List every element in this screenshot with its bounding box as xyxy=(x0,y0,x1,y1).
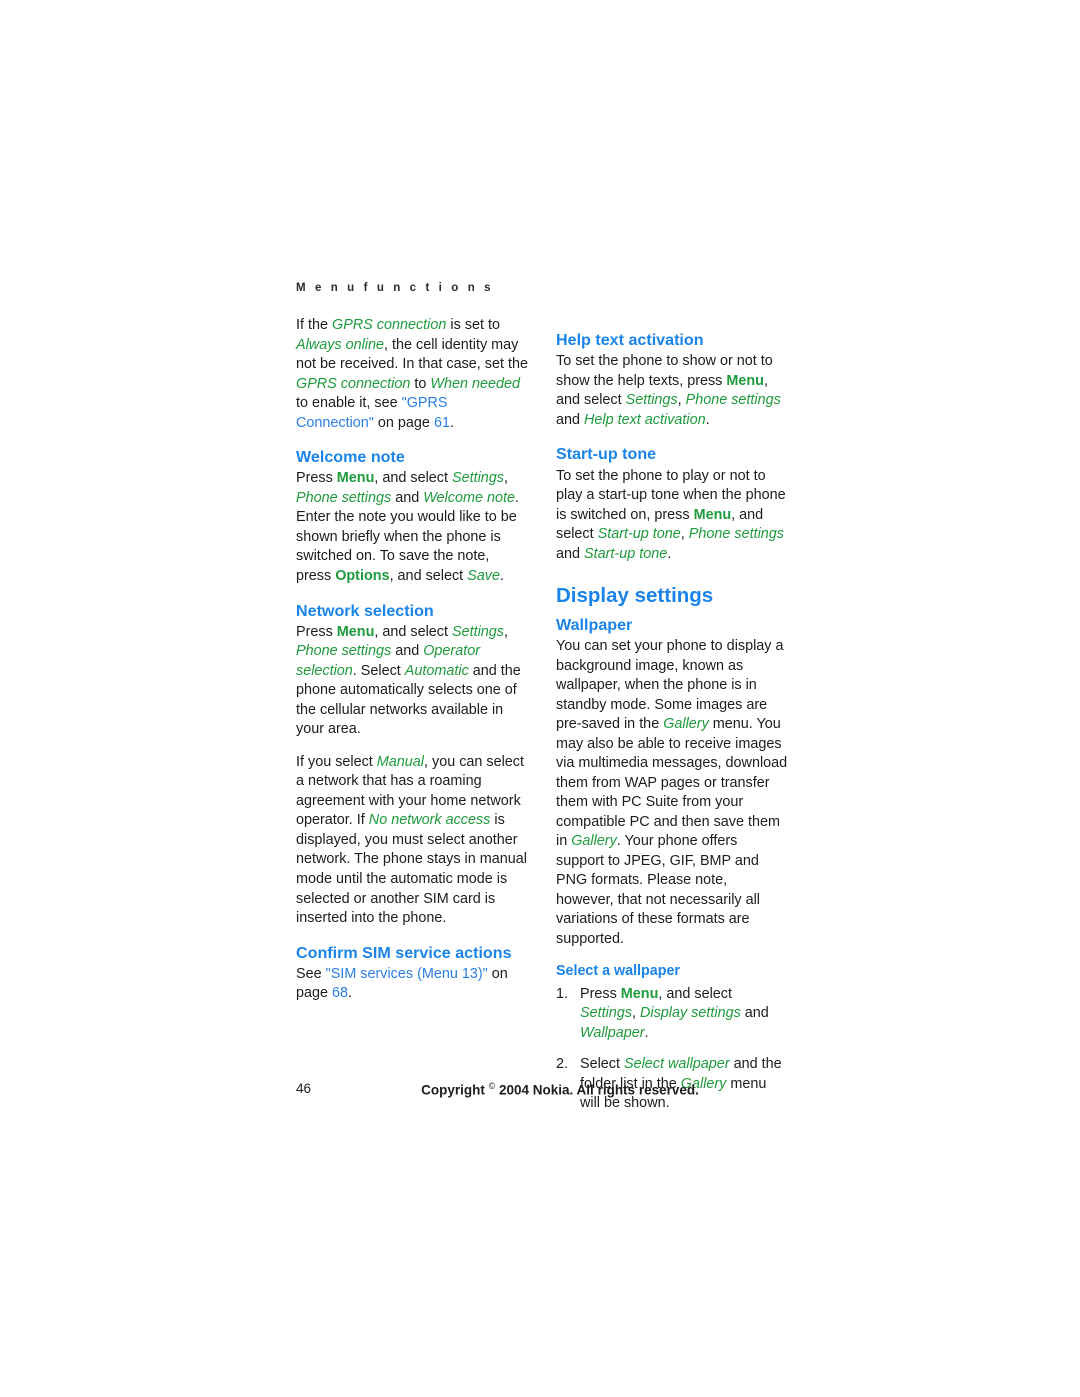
text: . xyxy=(348,985,353,1002)
text: , xyxy=(503,470,508,487)
key-name: Menu xyxy=(693,506,732,523)
heading-wallpaper: Wallpaper xyxy=(556,615,633,634)
document-page: M e n u f u n c t i o n s If the GPRS co… xyxy=(0,0,1080,1397)
text: . xyxy=(449,414,454,431)
heading-confirm-sim-service-actions: Confirm SIM service actions xyxy=(296,943,512,962)
text: Press xyxy=(296,623,337,640)
ui-term: Phone settings xyxy=(296,489,392,506)
text: and xyxy=(556,545,585,562)
text: , and select xyxy=(374,470,452,487)
list-item-number: 2. xyxy=(556,1056,569,1073)
copyright-notice: Copyright © 2004 Nokia. All rights reser… xyxy=(296,1081,788,1098)
text: , xyxy=(677,392,686,409)
ui-term: Phone settings xyxy=(296,643,392,660)
ui-term: Start-up tone xyxy=(584,545,668,562)
page-footer: 46 Copyright © 2004 Nokia. All rights re… xyxy=(296,1081,788,1101)
ui-term: Select wallpaper xyxy=(624,1056,730,1073)
text: , and select xyxy=(389,567,468,584)
heading-display-settings: Display settings xyxy=(556,584,714,608)
key-name: Menu xyxy=(726,372,764,389)
ui-term: Automatic xyxy=(404,662,469,679)
heading-select-a-wallpaper: Select a wallpaper xyxy=(556,963,680,980)
ui-term: Save xyxy=(467,567,500,584)
welcome-note-paragraph: Press Menu, and select Settings, Phone s… xyxy=(296,469,528,586)
text: is displayed, you must select another ne… xyxy=(296,812,527,927)
text: , xyxy=(632,1005,640,1022)
ui-term: Settings xyxy=(451,623,504,640)
ui-term: When needed xyxy=(430,375,521,392)
text: on page xyxy=(373,414,434,431)
confirm-sim-paragraph: See "SIM services (Menu 13)" on page 68. xyxy=(296,965,528,1004)
right-column: Help text activation To set the phone to… xyxy=(556,316,788,1114)
text: and xyxy=(391,489,424,506)
gprs-intro-paragraph: If the GPRS connection is set to Always … xyxy=(296,316,528,433)
text: and xyxy=(740,1005,769,1022)
ui-term: GPRS connection xyxy=(332,317,447,333)
heading-help-text-activation: Help text activation xyxy=(556,331,704,349)
ui-term: Settings xyxy=(451,470,504,487)
text: If you select xyxy=(296,753,377,770)
text: is set to xyxy=(446,317,500,333)
key-name: Menu xyxy=(620,985,659,1002)
wallpaper-paragraph: You can set your phone to display a back… xyxy=(556,637,788,949)
network-selection-paragraph-1: Press Menu, and select Settings, Phone s… xyxy=(296,623,528,740)
text: . xyxy=(644,1024,649,1041)
ui-term: Gallery xyxy=(571,833,617,850)
help-text-activation-paragraph: To set the phone to show or not to show … xyxy=(556,352,788,430)
heading-network-selection: Network selection xyxy=(296,601,434,620)
text: to enable it, see xyxy=(296,395,402,412)
running-head: M e n u f u n c t i o n s xyxy=(296,282,494,294)
ui-term: No network access xyxy=(368,812,491,829)
ui-term: Welcome note xyxy=(423,489,515,506)
ui-term: Settings xyxy=(625,392,678,409)
text: , xyxy=(503,623,508,640)
text: . xyxy=(499,567,504,584)
page-number-link[interactable]: 68 xyxy=(332,985,348,1001)
text: and xyxy=(391,643,424,660)
key-name: Menu xyxy=(336,470,375,487)
text: menu. You may also be able to receive im… xyxy=(556,716,788,850)
text: 2004 Nokia. All rights reserved. xyxy=(495,1082,699,1098)
ui-term: Manual xyxy=(376,753,424,770)
text: to xyxy=(410,375,431,392)
page-number-link[interactable]: 61 xyxy=(434,415,450,431)
text: , and select xyxy=(658,985,732,1002)
ui-term: GPRS connection xyxy=(296,375,411,392)
page-content: M e n u f u n c t i o n s If the GPRS co… xyxy=(296,282,788,1114)
ui-term: Wallpaper xyxy=(580,1024,645,1041)
text: If the xyxy=(296,317,332,333)
text: , xyxy=(680,526,689,543)
ui-term: Phone settings xyxy=(688,526,785,543)
text: Select xyxy=(580,1056,624,1073)
list-item: 1. Press Menu, and select Settings, Displ… xyxy=(556,985,788,1044)
list-item-number: 1. xyxy=(556,985,569,1002)
ui-term: Help text activation xyxy=(584,411,706,428)
key-name: Menu xyxy=(336,623,375,640)
ui-term: Always online xyxy=(296,336,384,353)
text: See xyxy=(296,965,326,982)
network-selection-paragraph-2: If you select Manual, you can select a n… xyxy=(296,753,528,929)
text: . Your phone offers support to JPEG, GIF… xyxy=(556,833,760,947)
key-name: Options xyxy=(335,567,390,584)
ui-term: Start-up tone xyxy=(597,526,681,543)
text: . Select xyxy=(352,662,405,679)
ui-term: Display settings xyxy=(640,1005,741,1022)
ui-term: Settings xyxy=(580,1005,632,1022)
text: Press xyxy=(580,985,621,1002)
text: Press xyxy=(296,470,337,487)
heading-start-up-tone: Start-up tone xyxy=(556,445,657,464)
text: and xyxy=(556,411,585,428)
text: Copyright xyxy=(421,1082,489,1098)
left-column: If the GPRS connection is set to Always … xyxy=(296,316,528,1004)
two-column-layout: If the GPRS connection is set to Always … xyxy=(296,316,788,1114)
text: . xyxy=(705,411,710,428)
ui-term: Gallery xyxy=(663,716,709,733)
start-up-tone-paragraph: To set the phone to play or not to play … xyxy=(556,467,788,565)
text: . xyxy=(667,545,672,562)
heading-welcome-note: Welcome note xyxy=(296,448,405,467)
ui-term: Phone settings xyxy=(685,392,781,409)
cross-reference-link[interactable]: "SIM services (Menu 13)" xyxy=(326,966,488,982)
text: , and select xyxy=(374,623,452,640)
